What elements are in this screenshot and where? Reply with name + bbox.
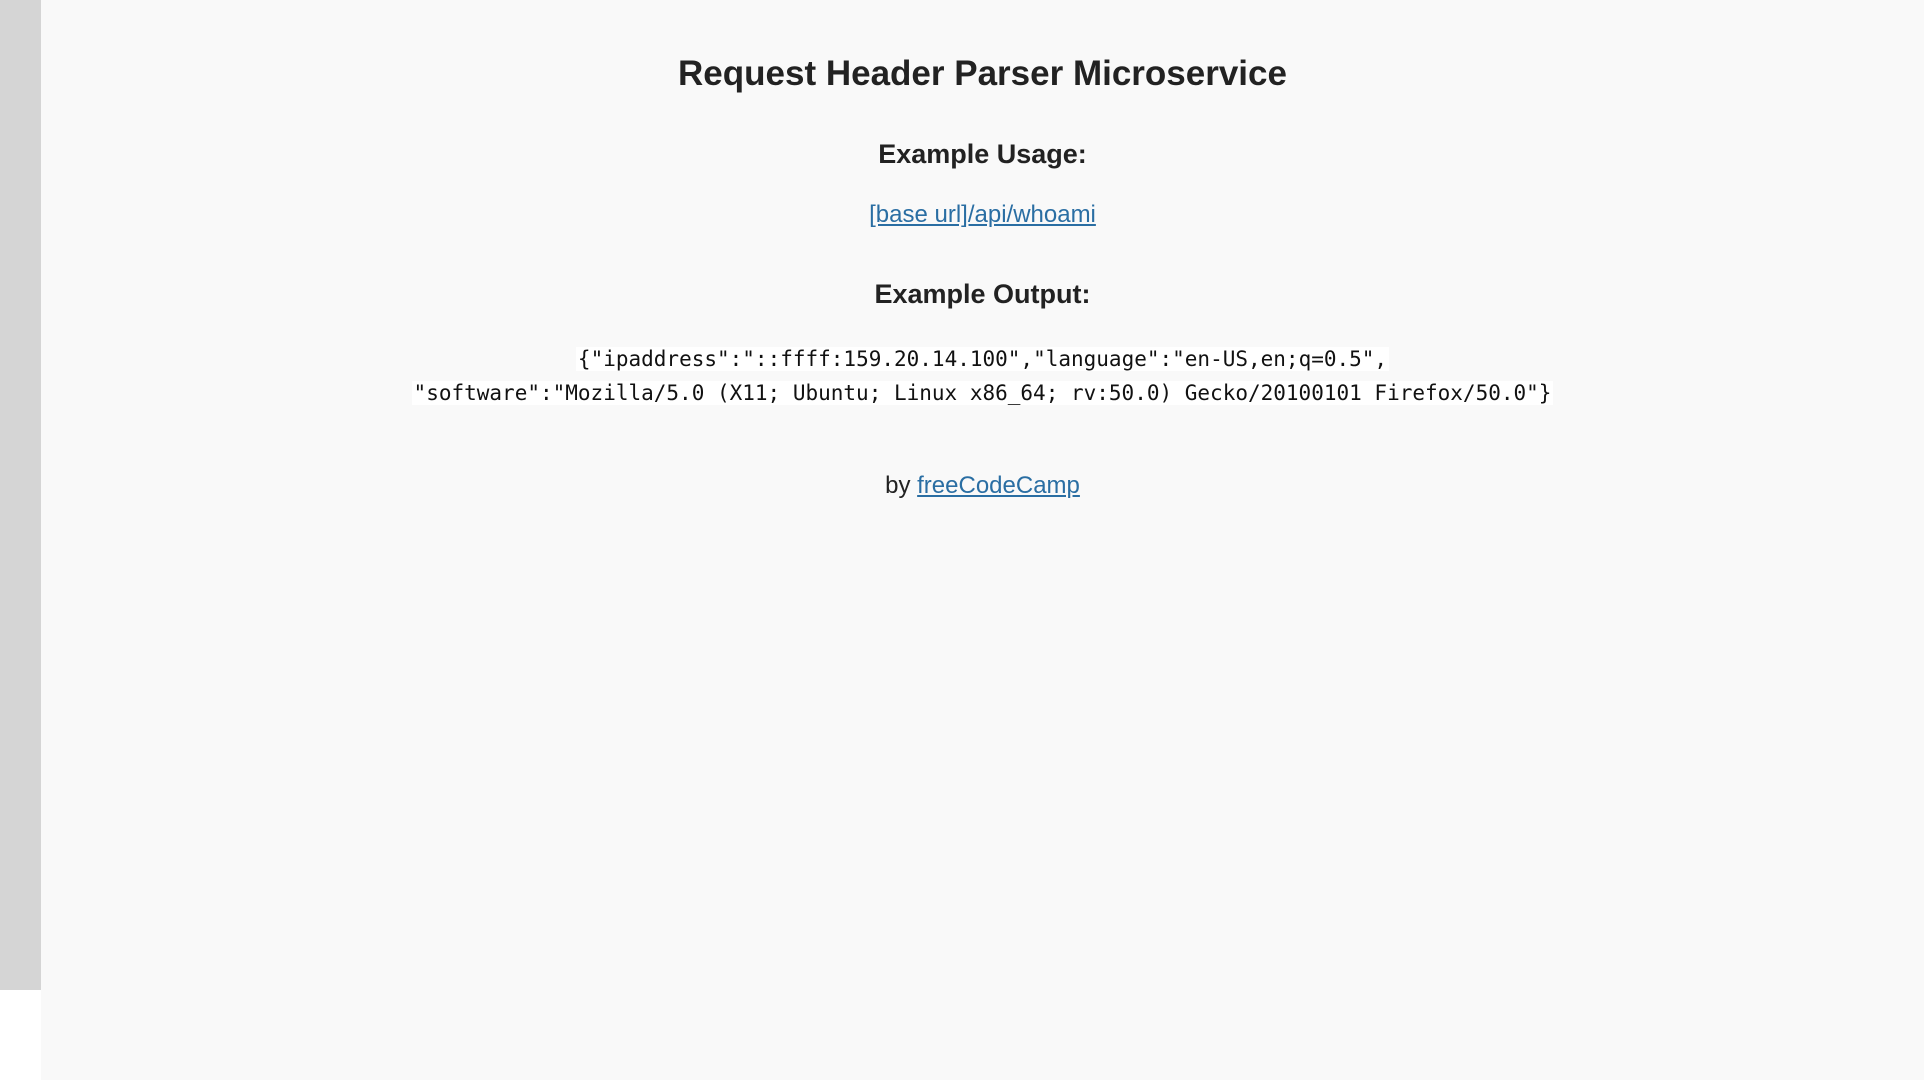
page-body: Request Header Parser Microservice Examp… <box>41 0 1924 1080</box>
code-line-2: "software":"Mozilla/5.0 (X11; Ubuntu; Li… <box>41 376 1924 410</box>
code-line-1: {"ipaddress":"::ffff:159.20.14.100","lan… <box>41 342 1924 376</box>
credit: by freeCodeCamp <box>41 472 1924 500</box>
usage-heading: Example Usage: <box>878 139 1087 169</box>
freecodecamp-link[interactable]: freeCodeCamp <box>917 472 1080 499</box>
example-output-code: {"ipaddress":"::ffff:159.20.14.100","lan… <box>41 342 1924 410</box>
output-heading: Example Output: <box>874 279 1091 309</box>
left-strip <box>0 0 41 990</box>
code-text-1: {"ipaddress":"::ffff:159.20.14.100","lan… <box>575 347 1390 371</box>
usage-link-wrapper: [base url]/api/whoami <box>41 201 1924 229</box>
usage-link[interactable]: [base url]/api/whoami <box>869 201 1096 228</box>
credit-prefix: by <box>885 472 911 499</box>
code-text-2: "software":"Mozilla/5.0 (X11; Ubuntu; Li… <box>411 381 1554 405</box>
page-title: Request Header Parser Microservice <box>678 54 1287 93</box>
